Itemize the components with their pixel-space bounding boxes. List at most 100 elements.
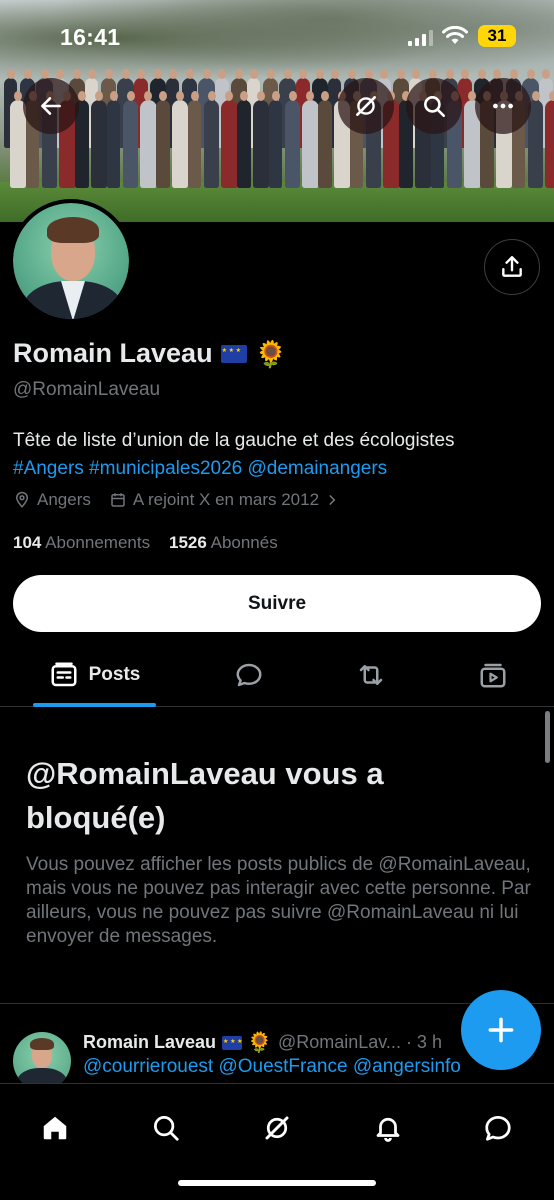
sunflower-icon: 🌻 — [254, 338, 287, 369]
banner-person-head — [549, 91, 554, 101]
banner-person — [236, 100, 251, 188]
arrow-left-icon — [41, 97, 61, 115]
repost-icon — [359, 665, 383, 685]
more-button[interactable] — [475, 78, 531, 134]
location-text: Angers — [37, 490, 91, 509]
tab-posts[interactable]: Posts — [33, 645, 156, 705]
profile-avatar[interactable] — [9, 199, 133, 323]
post-avatar-suit — [17, 1068, 67, 1084]
location-item: Angers — [13, 490, 91, 510]
bio-tags[interactable]: #Angers #municipales2026 @demainangers — [13, 455, 543, 483]
back-button[interactable] — [23, 78, 79, 134]
banner-person — [123, 100, 139, 188]
post-avatar-hair — [30, 1038, 54, 1050]
post-text[interactable]: @courrierouest @OuestFrance @angersinfo — [83, 1056, 461, 1078]
banner-person-head — [14, 91, 22, 101]
banner-person-head — [315, 69, 324, 79]
banner-person-head — [6, 69, 15, 79]
followers-label: Abonnés — [210, 533, 278, 552]
eu-flag-icon — [222, 1035, 243, 1050]
banner-person-head — [288, 91, 297, 101]
banner-person-head — [87, 69, 96, 79]
nav-messages[interactable] — [468, 1098, 528, 1158]
share-button[interactable] — [484, 239, 540, 295]
post-author-name: Romain Laveau — [83, 1032, 217, 1052]
banner-person-head — [72, 69, 81, 79]
followers-link[interactable]: 1526 Abonnés — [169, 533, 278, 552]
profile-bio: Tête de liste d’union de la gauche et de… — [13, 427, 543, 483]
search-icon — [154, 1116, 179, 1141]
tab-media[interactable] — [463, 645, 523, 705]
banner-person-head — [379, 69, 388, 79]
blocked-title: @RomainLaveau vous a bloqué(e) — [26, 756, 384, 835]
banner-person-head — [136, 69, 145, 79]
scrollbar[interactable] — [545, 711, 550, 763]
banner-person — [269, 100, 283, 188]
more-icon — [493, 103, 513, 109]
profile-name: Romain Laveau — [13, 338, 213, 368]
search-button[interactable] — [406, 78, 462, 134]
grok-button[interactable] — [338, 78, 394, 134]
tab-replies[interactable] — [219, 645, 279, 705]
banner-person — [528, 100, 544, 188]
banner-person — [285, 100, 301, 188]
tab-active-indicator — [33, 703, 156, 707]
banner-person-head — [347, 69, 356, 79]
banner-person — [155, 100, 170, 188]
banner-person-head — [531, 91, 540, 101]
banner-person — [544, 100, 554, 188]
banner-person-head — [109, 91, 118, 101]
tab-reposts[interactable] — [341, 645, 401, 705]
following-link[interactable]: 104 Abonnements — [13, 533, 150, 552]
banner-person-head — [168, 69, 177, 79]
profile-name-row: Romain Laveau 🌻 — [13, 338, 287, 369]
nav-notifications[interactable] — [358, 1098, 418, 1158]
reply-icon — [236, 663, 262, 687]
bell-icon — [376, 1117, 400, 1142]
banner-person-head — [121, 69, 130, 79]
battery-indicator: 31 — [478, 25, 516, 47]
cellular-signal-icon — [408, 30, 433, 46]
banner-person-head — [509, 69, 518, 79]
banner-person-head — [298, 69, 307, 79]
banner-person-head — [271, 91, 280, 101]
joined-text: A rejoint X en mars 2012 — [132, 490, 320, 509]
banner-person-head — [477, 69, 486, 79]
sunflower-icon: 🌻 — [247, 1032, 272, 1054]
tab-posts-label: Posts — [88, 664, 141, 685]
post-avatar[interactable] — [13, 1032, 71, 1084]
bio-text: Tête de liste d’union de la gauche et de… — [13, 430, 455, 451]
profile-tabs: Posts — [0, 645, 554, 707]
banner-person-head — [104, 69, 113, 79]
banner-person-head — [239, 91, 248, 101]
banner-person-head — [185, 69, 194, 79]
banner-person-head — [190, 91, 199, 101]
profile-handle: @RomainLaveau — [13, 379, 161, 400]
home-indicator — [178, 1180, 376, 1186]
wifi-icon — [442, 26, 468, 44]
banner-person-head — [77, 91, 86, 101]
banner-person-head — [266, 69, 275, 79]
banner-person-head — [396, 69, 405, 79]
joined-item[interactable]: A rejoint X en mars 2012 — [109, 490, 339, 510]
banner-person — [220, 100, 238, 188]
nav-home[interactable] — [25, 1098, 85, 1158]
banner-person-head — [320, 91, 329, 101]
banner-person-head — [257, 91, 265, 101]
location-pin-icon — [15, 491, 29, 508]
banner-person-head — [126, 91, 135, 101]
posts-icon — [51, 662, 77, 687]
avatar-photo — [13, 203, 129, 319]
banner-person-head — [207, 91, 216, 101]
follow-counts: 104 Abonnements 1526 Abonnés — [13, 533, 278, 553]
banner-person-head — [95, 91, 103, 101]
media-icon — [480, 663, 506, 688]
home-icon — [43, 1116, 67, 1140]
chevron-right-icon — [329, 495, 336, 505]
follow-button[interactable]: Suivre — [13, 575, 541, 632]
nav-search[interactable] — [136, 1098, 196, 1158]
banner-person-head — [176, 91, 184, 101]
nav-grok[interactable] — [247, 1098, 307, 1158]
compose-button[interactable] — [461, 990, 541, 1070]
banner-person-head — [330, 69, 339, 79]
